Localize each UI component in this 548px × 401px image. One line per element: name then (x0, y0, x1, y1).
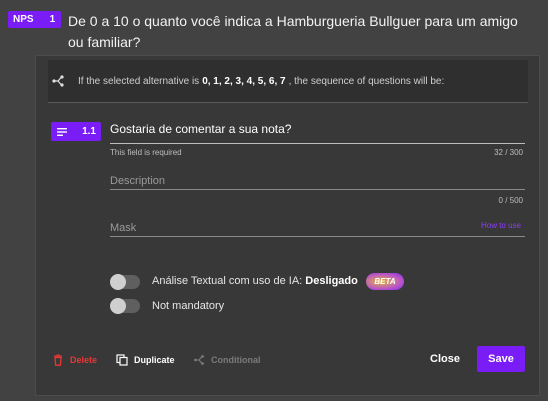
description-char-counter: 0 / 500 (498, 196, 523, 205)
title-char-counter: 32 / 300 (494, 148, 523, 157)
mask-input[interactable]: Mask How to use (110, 218, 525, 238)
mask-help-link[interactable]: How to use (481, 221, 521, 230)
description-input[interactable]: Description (110, 171, 525, 191)
logic-rule-prefix: If the selected alternative is (78, 75, 200, 87)
copy-icon (116, 354, 128, 366)
question-header: NPS 1 De 0 a 10 o quanto você indica a H… (0, 0, 548, 60)
branch-icon (193, 354, 205, 366)
question-type-badge: NPS 1 (8, 11, 62, 28)
question-title-value: Gostaria de comentar a sua nota? (110, 122, 292, 136)
toggle-knob (110, 298, 126, 314)
subquestion-badge: 1.1 (51, 122, 101, 141)
ai-analysis-toggle[interactable] (110, 274, 140, 290)
card-footer: Delete Duplicate Conditional Close Save (36, 343, 539, 379)
mask-placeholder: Mask (110, 222, 137, 234)
close-button[interactable]: Close (430, 353, 460, 365)
duplicate-label: Duplicate (134, 355, 175, 365)
delete-label: Delete (70, 355, 98, 365)
required-hint: This field is required (110, 148, 182, 157)
branch-icon (51, 74, 65, 88)
conditional-label: Conditional (211, 355, 261, 365)
input-underline (110, 236, 525, 237)
ai-analysis-state: Desligado (305, 275, 358, 287)
description-placeholder: Description (110, 175, 166, 187)
mandatory-label: Not mandatory (152, 300, 225, 312)
toggle-knob (110, 274, 126, 290)
text-question-icon (56, 127, 68, 137)
trash-icon (52, 354, 64, 366)
question-title: De 0 a 10 o quanto você indica a Hamburg… (68, 13, 518, 50)
logic-rule-banner: If the selected alternative is 0, 1, 2, … (48, 60, 528, 103)
badge-number: 1 (49, 14, 56, 25)
badge-type-label: NPS (13, 14, 34, 25)
subquestion-number: 1.1 (82, 126, 96, 137)
ai-analysis-label: Análise Textual com uso de IA: Desligado (152, 275, 358, 287)
duplicate-button[interactable]: Duplicate (116, 354, 175, 366)
beta-badge: BETA (366, 273, 404, 290)
conditional-button[interactable]: Conditional (193, 354, 261, 366)
logic-rule-suffix: , the sequence of questions will be: (288, 75, 445, 87)
subquestion-card: If the selected alternative is 0, 1, 2, … (35, 55, 540, 396)
input-underline (110, 189, 525, 190)
input-underline (110, 143, 525, 144)
ai-analysis-text: Análise Textual com uso de IA: (152, 275, 303, 287)
mandatory-toggle[interactable] (110, 298, 140, 314)
question-title-input[interactable]: Gostaria de comentar a sua nota? (110, 122, 525, 144)
save-button[interactable]: Save (477, 346, 525, 372)
delete-button[interactable]: Delete (52, 354, 97, 366)
logic-rule-values: 0, 1, 2, 3, 4, 5, 6, 7 (202, 75, 286, 87)
